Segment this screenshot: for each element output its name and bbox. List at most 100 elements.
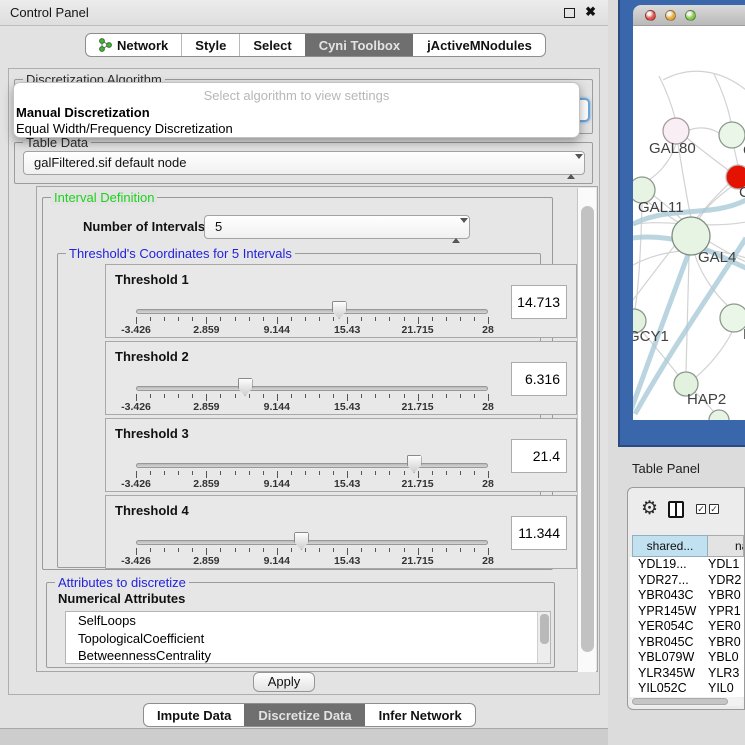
tab-network[interactable]: Network <box>86 34 181 56</box>
network-edge[interactable] <box>659 76 675 118</box>
network-graph: GAL80GACGAL11GAL4GCY1HHAP2 <box>633 26 745 420</box>
attribute-list-item[interactable]: TopologicalCoefficient <box>66 630 550 648</box>
tab-label: Select <box>253 38 291 53</box>
tick-label: 9.144 <box>264 478 290 490</box>
dropdown-item-manual[interactable]: Manual Discretization <box>16 105 150 120</box>
network-edge[interactable] <box>699 187 731 219</box>
tab-label: Network <box>117 38 168 53</box>
attributes-group: Attributes to discretize Numerical Attri… <box>46 582 555 668</box>
cell-shared-name: YLR345W <box>630 666 708 681</box>
tick-label: 2.859 <box>193 324 219 336</box>
tab-label: Style <box>195 38 226 53</box>
tick-labels: -3.4262.8599.14415.4321.71528 <box>136 324 488 336</box>
num-intervals-spinner[interactable]: 5 <box>204 215 470 239</box>
tab-label: jActiveMNodules <box>427 38 532 53</box>
tab-cyni-toolbox[interactable]: Cyni Toolbox <box>305 34 413 56</box>
network-edge[interactable] <box>734 148 738 165</box>
cell-name: YDL1 <box>708 557 739 572</box>
tick-labels: -3.4262.8599.14415.4321.71528 <box>136 555 488 567</box>
table-row[interactable]: YDL19...YDL1 <box>630 557 744 573</box>
bottom-tab-infer-network[interactable]: Infer Network <box>365 704 475 726</box>
column-header-name[interactable]: na <box>708 535 744 557</box>
network-edge[interactable] <box>686 255 689 372</box>
threshold-value-field[interactable]: 21.4 <box>511 439 567 473</box>
threshold-value-field[interactable]: 11.344 <box>511 516 567 550</box>
cell-name: YPR1 <box>708 604 741 619</box>
table-row[interactable]: YIL052CYIL0 <box>630 681 744 697</box>
network-canvas[interactable]: GAL80GACGAL11GAL4GCY1HHAP2 <box>633 26 745 420</box>
horizontal-scrollbar-thumb[interactable] <box>632 698 728 705</box>
table-row[interactable]: YDR27...YDR2 <box>630 573 744 589</box>
threshold-slider-track[interactable] <box>136 386 488 391</box>
cell-shared-name: YBR043C <box>630 588 708 603</box>
horizontal-scrollbar[interactable] <box>631 697 743 706</box>
control-panel: Control Panel ✖ NetworkStyleSelectCyni T… <box>0 0 608 745</box>
table-row[interactable]: YPR145WYPR1 <box>630 604 744 620</box>
tab-style[interactable]: Style <box>181 34 239 56</box>
network-node-label: GAL11 <box>638 199 684 216</box>
cell-name: YDR2 <box>708 573 741 588</box>
threshold-slider-track[interactable] <box>136 463 488 468</box>
threshold-4-box: Threshold 4-3.4262.8599.14415.4321.71528… <box>105 495 577 569</box>
cell-shared-name: YBL079W <box>630 650 708 665</box>
cell-shared-name: YBR045C <box>630 635 708 650</box>
table-panel-title: Table Panel <box>632 461 700 476</box>
threshold-value-field[interactable]: 14.713 <box>511 285 567 319</box>
apply-button[interactable]: Apply <box>253 672 315 692</box>
network-edge[interactable] <box>714 74 731 122</box>
network-edge[interactable] <box>663 71 745 90</box>
table-data-combo-value: galFiltered.sif default node <box>34 155 186 170</box>
tick-label: -3.426 <box>121 555 151 567</box>
dropdown-item-equal-width[interactable]: Equal Width/Frequency Discretization <box>16 121 233 136</box>
network-edge[interactable] <box>689 128 719 133</box>
tick-label: 15.43 <box>334 324 360 336</box>
bottom-tab-discretize-data[interactable]: Discretize Data <box>244 704 364 726</box>
tick-label: -3.426 <box>121 401 151 413</box>
threshold-slider-track[interactable] <box>136 309 488 314</box>
table-row[interactable]: YBL079WYBL0 <box>630 650 744 666</box>
tick-label: 9.144 <box>264 324 290 336</box>
cell-name: YIL0 <box>708 681 734 696</box>
vertical-scrollbar[interactable] <box>577 188 596 672</box>
cell-name: YBR0 <box>708 588 741 603</box>
tick-label: 21.715 <box>402 324 434 336</box>
network-node[interactable] <box>719 122 745 148</box>
tick-label: 2.859 <box>193 401 219 413</box>
attribute-list-item[interactable]: BetweennessCentrality <box>66 647 550 664</box>
tab-select[interactable]: Select <box>239 34 304 56</box>
checkbox-icon[interactable]: ✓ <box>709 504 719 514</box>
table-data-group: Table Data galFiltered.sif default node <box>14 142 593 184</box>
table-row[interactable]: YLR345WYLR3 <box>630 666 744 682</box>
table-data-combo[interactable]: galFiltered.sif default node <box>23 151 585 175</box>
combo-arrows-icon <box>567 156 576 178</box>
numerical-attributes-list[interactable]: SelfLoopsTopologicalCoefficientBetweenne… <box>65 611 551 664</box>
network-edge[interactable] <box>696 332 732 377</box>
network-node[interactable] <box>709 410 729 420</box>
column-split-icon[interactable] <box>668 501 684 518</box>
tick-label: 28 <box>482 401 494 413</box>
gear-icon[interactable]: ⚙ <box>641 497 658 520</box>
network-node[interactable] <box>720 304 745 332</box>
table-row[interactable]: YBR043CYBR0 <box>630 588 744 604</box>
checkbox-icon[interactable]: ✓ <box>696 504 706 514</box>
column-header-shared[interactable]: shared... <box>632 535 708 557</box>
bottom-tab-impute-data[interactable]: Impute Data <box>144 704 244 726</box>
minimize-traffic-light[interactable] <box>665 10 676 21</box>
vertical-scrollbar-thumb[interactable] <box>581 206 594 652</box>
close-icon[interactable]: ✖ <box>585 4 596 20</box>
table-row[interactable]: YBR045CYBR0 <box>630 635 744 651</box>
attributes-scrollbar[interactable] <box>537 612 550 663</box>
num-intervals-value: 5 <box>215 219 222 234</box>
table-row[interactable]: YER054CYER0 <box>630 619 744 635</box>
network-window-titlebar[interactable] <box>633 5 745 26</box>
attribute-list-item[interactable]: SelfLoops <box>66 612 550 630</box>
tick-labels: -3.4262.8599.14415.4321.71528 <box>136 401 488 413</box>
zoom-traffic-light[interactable] <box>685 10 696 21</box>
float-icon[interactable] <box>564 8 575 18</box>
tab-jactivemnodules[interactable]: jActiveMNodules <box>413 34 545 56</box>
cell-shared-name: YIL052C <box>630 681 708 696</box>
threshold-label: Threshold 2 <box>115 349 189 364</box>
close-traffic-light[interactable] <box>645 10 656 21</box>
threshold-slider-track[interactable] <box>136 540 488 545</box>
threshold-value-field[interactable]: 6.316 <box>511 362 567 396</box>
